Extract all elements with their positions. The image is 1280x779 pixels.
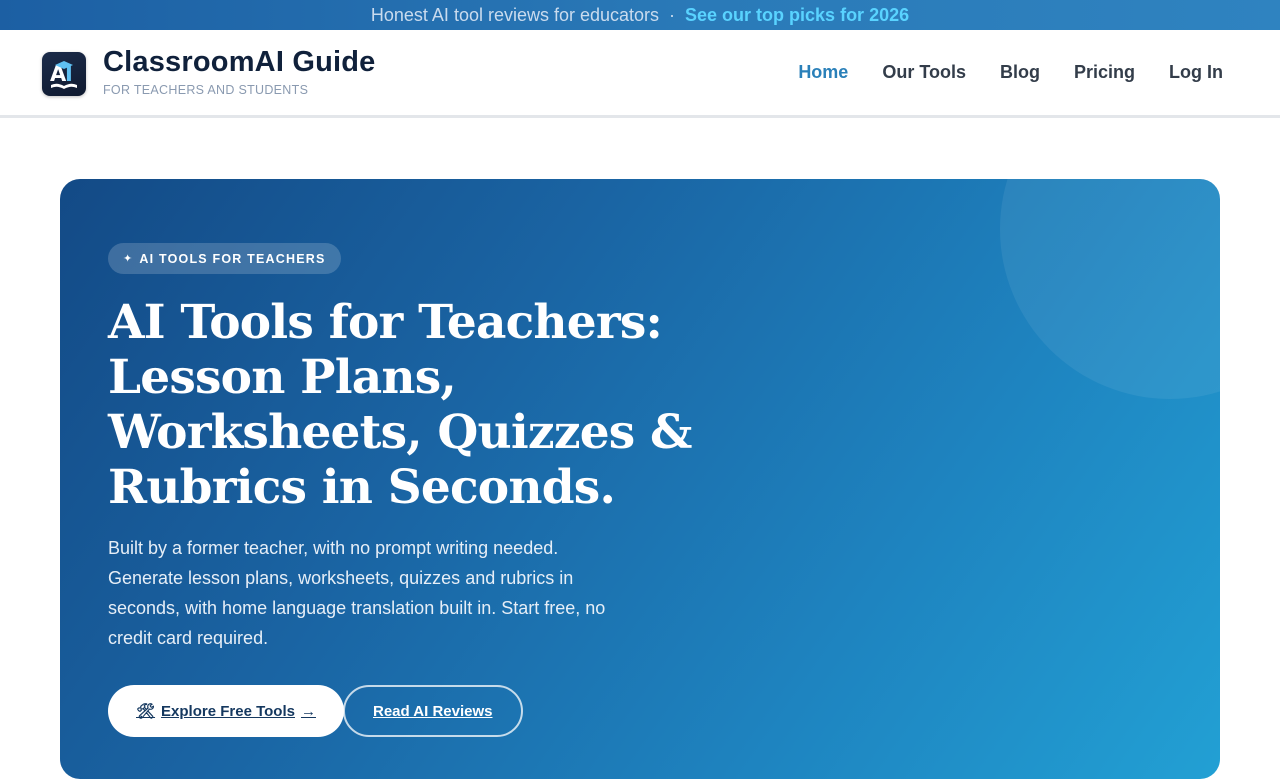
arrow-right-icon: → [300,702,316,720]
announcement-text: Honest AI tool reviews for educators [370,4,660,25]
nav-blog[interactable]: Blog [1000,62,1040,83]
nav-pricing[interactable]: Pricing [1074,62,1135,83]
nav-home[interactable]: Home [798,62,848,83]
hero-decorative-circle [1000,179,1220,399]
top-picks-link[interactable]: See our top picks for 2026 [685,5,909,26]
brand-title[interactable]: ClassroomAI Guide [103,46,376,79]
sparkle-icon: ✦ [123,253,134,265]
explore-free-tools-label: Explore Free Tools [161,702,295,720]
logo-icon[interactable]: A I [42,52,86,96]
announcement-separator: · [669,4,676,25]
read-ai-reviews-button[interactable]: Read AI Reviews [343,685,523,737]
hero-badge-label: AI TOOLS FOR TEACHERS [139,251,326,266]
nav-log-in[interactable]: Log In [1169,62,1223,83]
hero-description: Built by a former teacher, with no promp… [108,538,606,648]
site-header: A I ClassroomAI Guide FOR TEACHERS AND S… [0,30,1280,118]
announcement-bar: Honest AI tool reviews for educators · S… [0,0,1280,30]
hero-badge: ✦ AI TOOLS FOR TEACHERS [108,243,341,274]
brand-subtitle: FOR TEACHERS AND STUDENTS [103,83,309,97]
tools-icon: 🛠 [136,703,156,720]
nav-our-tools[interactable]: Our Tools [882,62,966,83]
main-nav: Home Our Tools Blog Pricing Log In [798,30,1223,115]
hero-section: ✦ AI TOOLS FOR TEACHERS AI Tools for Tea… [60,179,1220,779]
hero-title: AI Tools for Teachers: Lesson Plans, Wor… [108,295,692,515]
explore-free-tools-button[interactable]: 🛠 Explore Free Tools → [108,685,344,737]
